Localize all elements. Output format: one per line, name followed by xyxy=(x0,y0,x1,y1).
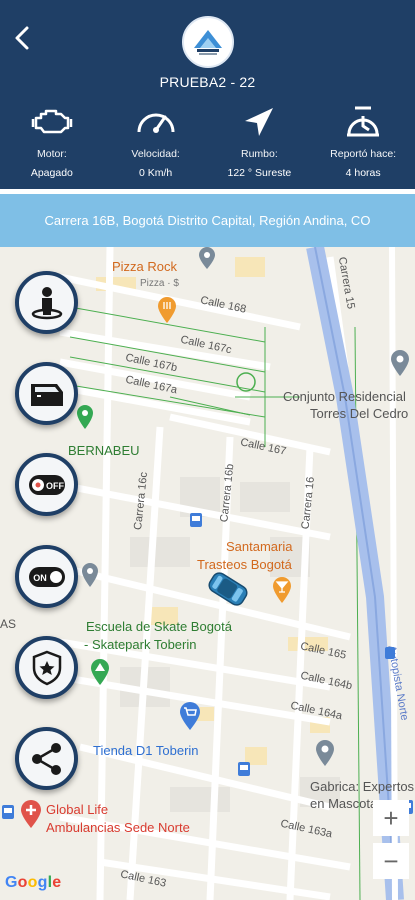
vehicle-marker-icon[interactable] xyxy=(203,569,253,609)
engine-off-toggle-icon: OFF xyxy=(28,474,65,495)
zoom-in-button[interactable]: + xyxy=(373,800,409,836)
poi-bernabeu[interactable]: BERNABEU xyxy=(68,443,140,458)
restaurant-pin-icon[interactable] xyxy=(157,297,177,323)
poi-pizza-rock-subtitle: Pizza · $ xyxy=(140,278,179,289)
park-pin-icon[interactable] xyxy=(76,405,94,429)
google-logo: Google xyxy=(5,874,62,891)
map-pin-icon[interactable] xyxy=(81,563,99,587)
hospital-pin-icon[interactable] xyxy=(20,800,42,828)
poi-santamaria[interactable]: Santamaria xyxy=(226,539,292,554)
engine-icon xyxy=(31,109,73,134)
share-button[interactable] xyxy=(15,727,78,790)
speedometer-icon xyxy=(137,113,175,133)
heading-arrow-icon xyxy=(245,108,274,136)
stat-speed: Velocidad: 0 Km/h xyxy=(104,104,208,179)
stat-heading-label: Rumbo: xyxy=(240,148,278,160)
stat-heading: Rumbo: 122 ° Sureste xyxy=(208,104,312,179)
bar-pin-icon[interactable] xyxy=(272,577,292,603)
engine-off-button[interactable]: OFF xyxy=(15,453,78,516)
share-icon xyxy=(31,742,61,775)
stat-engine-label: Motor: xyxy=(36,148,67,160)
poi-pizza-rock[interactable]: Pizza Rock xyxy=(112,259,177,274)
bus-stop-icon xyxy=(2,805,14,819)
map-pin-icon[interactable] xyxy=(315,740,335,766)
timer-icon xyxy=(347,106,380,137)
poi-conjunto-2: Torres Del Cedro xyxy=(310,406,409,421)
vehicle-stats: Motor: Apagado Velocidad: 0 Km/h Rumbo: … xyxy=(0,104,415,179)
chevron-left-icon xyxy=(15,26,29,50)
toggle-on-text: ON xyxy=(33,573,47,583)
back-button[interactable] xyxy=(8,20,38,56)
map-pin-icon[interactable] xyxy=(198,247,216,269)
address-bar: Carrera 16B, Bogotá Distrito Capital, Re… xyxy=(0,194,415,247)
poi-as: AS xyxy=(0,617,17,631)
poi-skate-2: - Skatepark Toberin xyxy=(84,637,197,652)
vehicle-door-button[interactable] xyxy=(15,362,78,425)
toggle-off-text: OFF xyxy=(46,481,64,491)
stat-speed-value: 0 Km/h xyxy=(138,167,173,179)
stat-engine-value: Apagado xyxy=(30,167,73,179)
vehicle-name: PRUEBA2 - 22 xyxy=(159,74,256,90)
zoom-out-button[interactable]: − xyxy=(373,843,409,879)
poi-tienda-d1[interactable]: Tienda D1 Toberin xyxy=(93,743,199,758)
park-pin-icon[interactable] xyxy=(90,659,110,685)
minus-icon: − xyxy=(383,845,399,876)
header: PRUEBA2 - 22 Motor: Apagado Velocidad: 0… xyxy=(0,0,415,189)
bus-stop-icon xyxy=(238,762,250,776)
driver-seat-button[interactable] xyxy=(15,271,78,334)
stat-last-report-label: Reportó hace: xyxy=(330,148,397,160)
stat-speed-label: Velocidad: xyxy=(131,148,180,160)
poi-gabrica[interactable]: Gabrica: Expertos xyxy=(310,779,414,794)
engine-on-button[interactable]: ON xyxy=(15,545,78,608)
stat-engine: Motor: Apagado xyxy=(0,104,104,179)
vehicle-door-icon xyxy=(30,383,63,406)
stat-last-report: Reportó hace: 4 horas xyxy=(311,104,415,179)
shopping-pin-icon[interactable] xyxy=(179,702,201,730)
poi-conjunto[interactable]: Conjunto Residencial xyxy=(283,389,406,404)
address-text: Carrera 16B, Bogotá Distrito Capital, Re… xyxy=(44,213,371,228)
poi-global-life-2: Ambulancias Sede Norte xyxy=(46,820,190,835)
engine-on-toggle-icon: ON xyxy=(28,566,65,587)
stat-last-report-value: 4 horas xyxy=(345,167,381,179)
bus-stop-icon xyxy=(385,647,395,659)
map-pin-icon[interactable] xyxy=(390,350,410,376)
police-badge-icon xyxy=(32,650,61,685)
poi-skate[interactable]: Escuela de Skate Bogotá xyxy=(86,619,232,634)
police-alert-button[interactable] xyxy=(15,636,78,699)
driver-seat-icon xyxy=(31,286,62,319)
stat-heading-value: 122 ° Sureste xyxy=(227,167,292,179)
plus-icon: + xyxy=(383,802,399,833)
company-logo xyxy=(182,16,234,68)
bus-stop-icon xyxy=(190,513,202,527)
poi-global-life[interactable]: Global Life xyxy=(46,802,108,817)
